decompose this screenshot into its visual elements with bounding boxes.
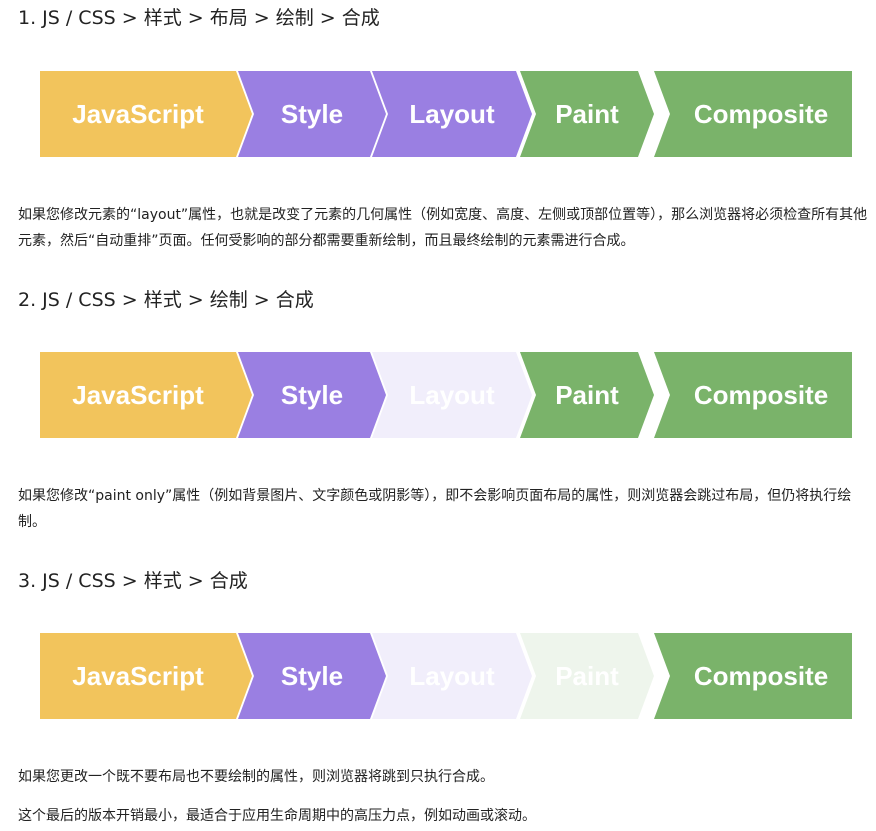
stage-paint-label: Paint [555,380,619,410]
stage-style-label: Style [281,380,343,410]
section-3-heading: 3. JS / CSS > 样式 > 合成 [18,570,248,592]
pipeline-diagram-1: JavaScript Style Layout Paint Composite [40,71,852,157]
section-1-paragraph: 如果您修改元素的“layout”属性，也就是改变了元素的几何属性（例如宽度、高度… [18,207,868,249]
section-3-paragraph-2: 这个最后的版本开销最小，最适合于应用生命周期中的高压力点，例如动画或滚动。 [18,808,536,824]
stage-style-label: Style [281,99,343,129]
stage-style-label: Style [281,661,343,691]
section-2-heading: 2. JS / CSS > 样式 > 绘制 > 合成 [18,289,314,311]
stage-composite-label: Composite [694,99,828,129]
stage-paint-label: Paint [555,99,619,129]
pipeline-diagram-2: JavaScript Style Layout Paint Composite [40,352,852,438]
stage-javascript-label: JavaScript [72,380,204,410]
stage-paint-label: Paint [555,661,619,691]
stage-javascript-label: JavaScript [72,99,204,129]
section-1-heading: 1. JS / CSS > 样式 > 布局 > 绘制 > 合成 [18,7,380,29]
pipeline-svg: JavaScript Style Layout Paint Composite [40,71,852,157]
stage-composite-label: Composite [694,380,828,410]
section-2-paragraph: 如果您修改“paint only”属性（例如背景图片、文字颜色或阴影等），即不会… [18,488,852,530]
stage-layout-label: Layout [409,661,495,691]
stage-layout-label: Layout [409,99,495,129]
pipeline-svg: JavaScript Style Layout Paint Composite [40,352,852,438]
stage-composite-label: Composite [694,661,828,691]
pipeline-svg: JavaScript Style Layout Paint Composite [40,633,852,719]
stage-layout-label: Layout [409,380,495,410]
section-3-paragraph-1: 如果您更改一个既不要布局也不要绘制的属性，则浏览器将跳到只执行合成。 [18,769,494,785]
stage-javascript-label: JavaScript [72,661,204,691]
pipeline-diagram-3: JavaScript Style Layout Paint Composite [40,633,852,719]
